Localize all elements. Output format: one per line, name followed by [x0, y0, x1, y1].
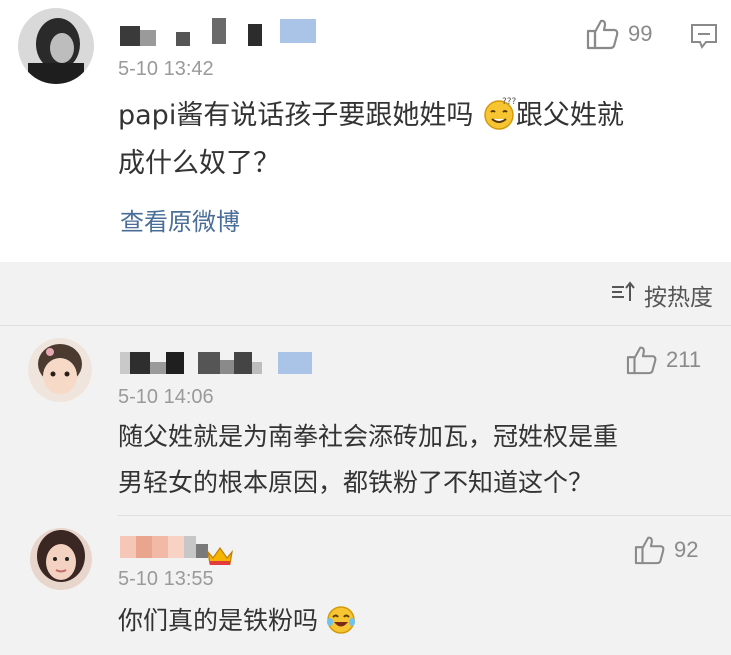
- sort-label: 按热度: [644, 285, 713, 311]
- thinking-face-icon: ???: [482, 96, 516, 130]
- post-author-avatar[interactable]: [18, 8, 94, 84]
- post-like-button[interactable]: 99: [586, 18, 652, 50]
- sort-icon: [610, 281, 636, 309]
- divider: [118, 515, 731, 516]
- sort-by-hot-button[interactable]: 按热度: [610, 278, 713, 312]
- original-post: 5-10 13:42 99 papi酱有说话孩子要跟她姓吗 ??? 跟父姓就 成…: [0, 0, 731, 262]
- comment-time: 5-10 14:06: [118, 386, 214, 408]
- comment-time: 5-10 13:55: [118, 568, 214, 590]
- comment-text: 你们真的是铁粉吗: [118, 598, 718, 644]
- post-like-count: 99: [628, 21, 653, 46]
- comment-text: 随父姓就是为南拳社会添砖加瓦，冠姓权是重 男轻女的根本原因，都铁粉了不知道这个？: [118, 414, 718, 506]
- post-text-line2: 成什么奴了？: [118, 148, 280, 179]
- divider: [0, 325, 731, 326]
- commenter-avatar[interactable]: [28, 338, 92, 402]
- thumbs-up-icon: [626, 345, 658, 375]
- comment-icon[interactable]: [690, 22, 718, 54]
- thumbs-up-icon: [634, 535, 666, 565]
- vip-crown-badge-icon: [206, 544, 234, 570]
- view-original-link[interactable]: 查看原微博: [120, 202, 240, 237]
- comment-text-line1: 你们真的是铁粉吗: [118, 606, 319, 635]
- post-text: papi酱有说话孩子要跟她姓吗 ??? 跟父姓就 成什么奴了？: [118, 92, 718, 188]
- comment-like-count: 92: [674, 537, 699, 562]
- comment-like-button[interactable]: 92: [634, 535, 698, 565]
- comment-like-count: 211: [666, 347, 702, 372]
- svg-text:???: ???: [502, 97, 516, 107]
- commenter-name[interactable]: [120, 536, 208, 558]
- comment-like-button[interactable]: 211: [626, 345, 701, 375]
- comment-text-line1: 随父姓就是为南拳社会添砖加瓦，冠姓权是重: [118, 422, 619, 451]
- thumbs-up-icon: [586, 18, 620, 50]
- post-time: 5-10 13:42: [118, 58, 214, 80]
- post-text-line1b: 跟父姓就: [515, 100, 624, 131]
- comment-text-line2: 男轻女的根本原因，都铁粉了不知道这个？: [118, 468, 594, 497]
- post-text-line1: papi酱有说话孩子要跟她姓吗: [118, 100, 474, 131]
- post-author-name[interactable]: [120, 16, 316, 46]
- laughing-crying-face-icon: [326, 604, 356, 634]
- commenter-avatar[interactable]: [30, 528, 92, 590]
- commenter-name[interactable]: [120, 352, 312, 374]
